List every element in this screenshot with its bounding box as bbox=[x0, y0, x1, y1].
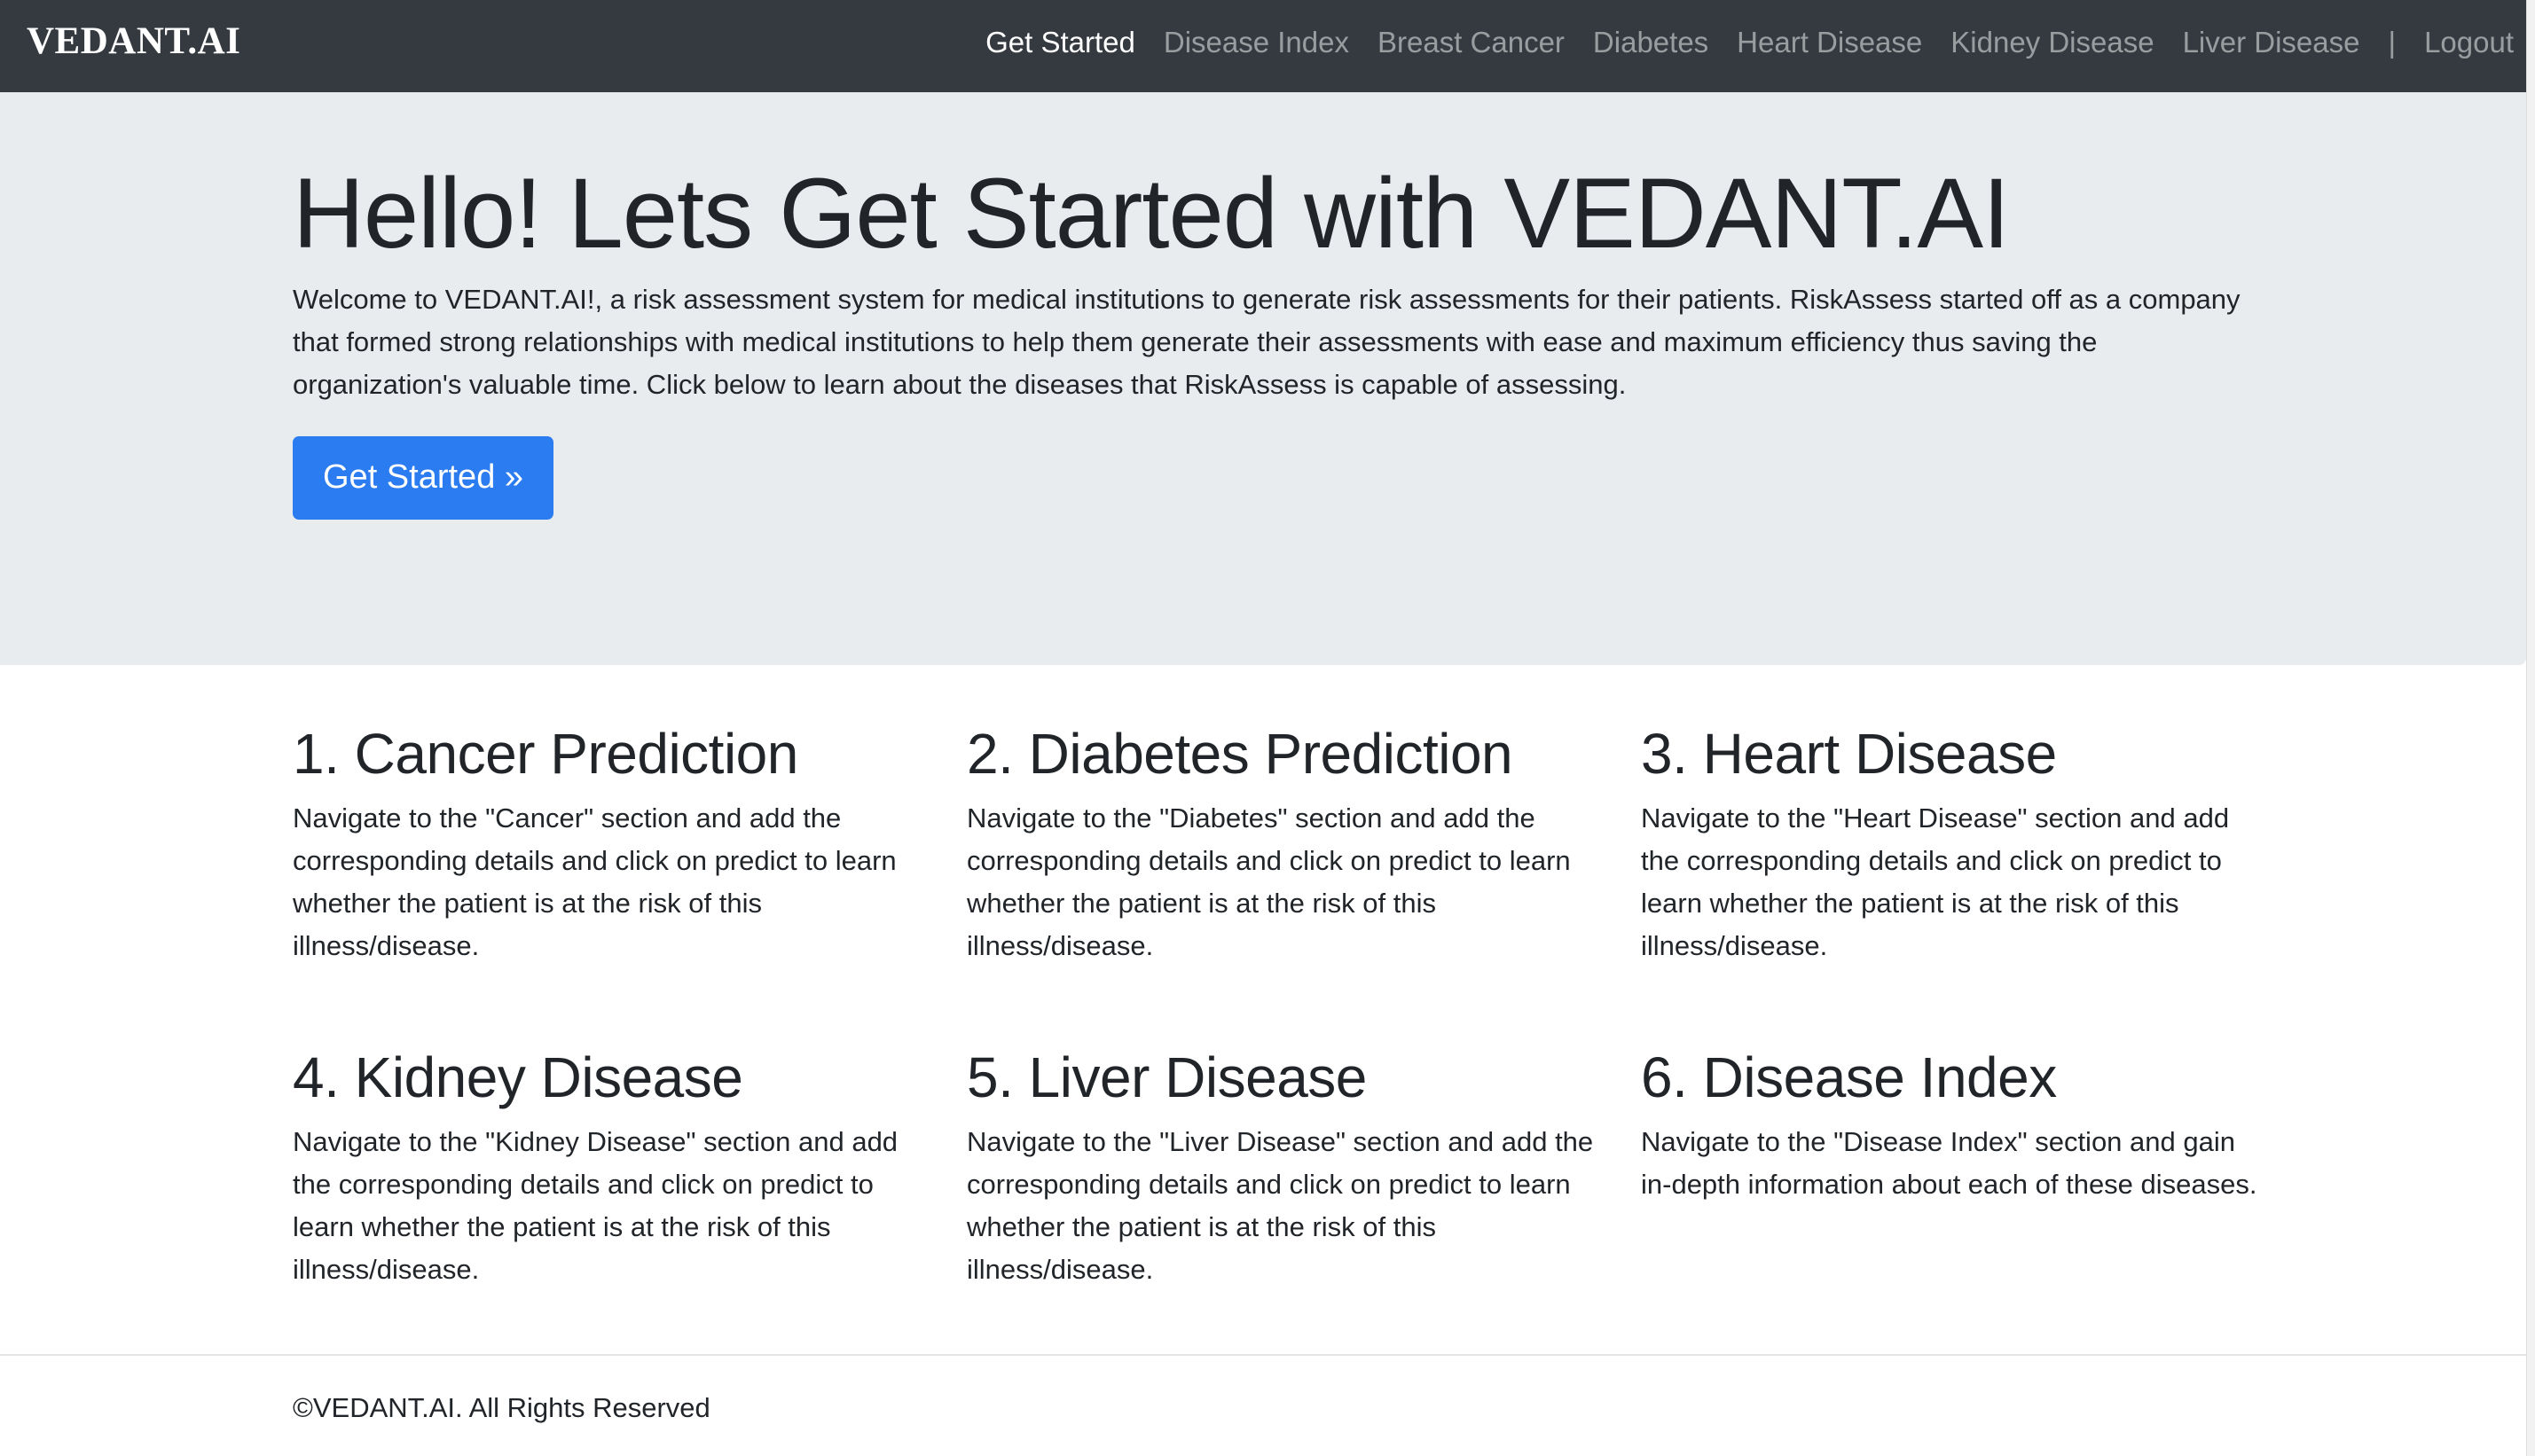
page-scrollbar[interactable] bbox=[2526, 0, 2535, 1456]
feature-title: 4. Kidney Disease bbox=[293, 1045, 743, 1109]
feature-title: 2. Diabetes Prediction bbox=[967, 722, 1513, 786]
hero-content: Hello! Lets Get Started with VEDANT.AI W… bbox=[293, 154, 2244, 521]
nav-item-liver-disease[interactable]: Liver Disease bbox=[2183, 25, 2360, 60]
feature-text: Navigate to the "Cancer" section and add… bbox=[293, 802, 897, 961]
feature-card-diabetes: 2. Diabetes Prediction Navigate to the "… bbox=[967, 720, 1597, 967]
nav-item-disease-index[interactable]: Disease Index bbox=[1164, 25, 1349, 60]
feature-card-heart: 3. Heart Disease Navigate to the "Heart … bbox=[1641, 720, 2271, 967]
feature-text: Navigate to the "Diabetes" section and a… bbox=[967, 802, 1571, 961]
get-started-button[interactable]: Get Started » bbox=[293, 436, 554, 521]
brand-logo[interactable]: VEDANT.AI bbox=[27, 20, 240, 63]
nav-item-kidney-disease[interactable]: Kidney Disease bbox=[1950, 25, 2154, 60]
feature-card-liver: 5. Liver Disease Navigate to the "Liver … bbox=[967, 1044, 1597, 1291]
hero-jumbotron: Hello! Lets Get Started with VEDANT.AI W… bbox=[0, 92, 2526, 665]
top-navbar: VEDANT.AI Get Started Disease Index Brea… bbox=[0, 0, 2526, 92]
feature-title: 1. Cancer Prediction bbox=[293, 722, 798, 786]
feature-title: 5. Liver Disease bbox=[967, 1045, 1367, 1109]
hero-lead: Welcome to VEDANT.AI!, a risk assessment… bbox=[293, 284, 2241, 401]
feature-text: Navigate to the "Heart Disease" section … bbox=[1641, 802, 2230, 961]
nav-item-get-started[interactable]: Get Started bbox=[985, 25, 1135, 60]
feature-text: Navigate to the "Liver Disease" section … bbox=[967, 1125, 1594, 1285]
footer-copyright: ©VEDANT.AI. All Rights Reserved bbox=[293, 1392, 710, 1423]
footer-divider bbox=[0, 1354, 2526, 1356]
logout-link[interactable]: Logout bbox=[2424, 25, 2514, 60]
feature-text: Navigate to the "Kidney Disease" section… bbox=[293, 1125, 899, 1285]
nav-item-heart-disease[interactable]: Heart Disease bbox=[1737, 25, 1922, 60]
feature-title: 3. Heart Disease bbox=[1641, 722, 2057, 786]
feature-card-kidney: 4. Kidney Disease Navigate to the "Kidne… bbox=[293, 1044, 922, 1291]
nav-item-breast-cancer[interactable]: Breast Cancer bbox=[1377, 25, 1565, 60]
nav-item-diabetes[interactable]: Diabetes bbox=[1593, 25, 1708, 60]
feature-text: Navigate to the "Disease Index" section … bbox=[1641, 1125, 2257, 1200]
feature-title: 6. Disease Index bbox=[1641, 1045, 2057, 1109]
hero-title: Hello! Lets Get Started with VEDANT.AI bbox=[293, 158, 2010, 269]
nav-menu: Get Started Disease Index Breast Cancer … bbox=[985, 25, 2514, 60]
nav-separator: | bbox=[2388, 26, 2397, 59]
feature-card-disease-index: 6. Disease Index Navigate to the "Diseas… bbox=[1641, 1044, 2271, 1206]
feature-card-cancer: 1. Cancer Prediction Navigate to the "Ca… bbox=[293, 720, 922, 967]
